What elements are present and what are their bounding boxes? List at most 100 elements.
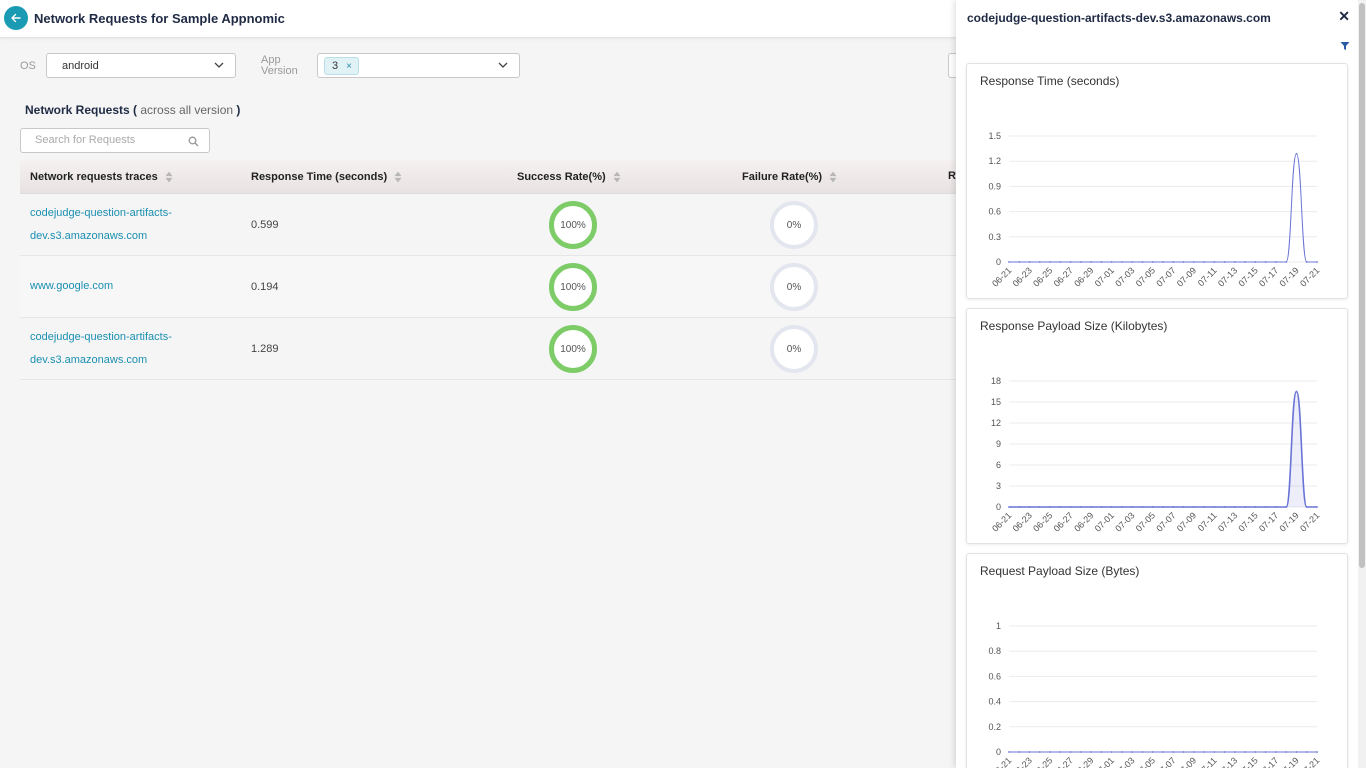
close-icon[interactable]: ✕ (1338, 8, 1350, 25)
search-input[interactable] (35, 134, 185, 146)
data-point (1203, 506, 1205, 508)
y-tick-label: 12 (991, 418, 1001, 428)
trace-link-line2: dev.s3.amazonaws.com (30, 230, 148, 242)
data-point (1275, 506, 1277, 508)
x-tick-label: 06-25 (1031, 510, 1054, 533)
data-point (1079, 506, 1082, 508)
data-point (1162, 261, 1164, 263)
data-point (1162, 506, 1164, 508)
x-tick-label: 06-29 (1072, 265, 1095, 288)
data-point (1285, 751, 1288, 753)
failure-rate-ring: 0% (770, 201, 818, 249)
column-header-failure-rate[interactable]: Failure Rate(%) (742, 170, 837, 184)
data-point (1090, 506, 1093, 508)
data-point (1275, 751, 1277, 753)
chart-card-response-payload: Response Payload Size (Kilobytes) 0 3 6 9 12… (966, 308, 1348, 544)
x-tick-label: 07-21 (1298, 265, 1321, 288)
y-tick-label: 6 (996, 460, 1001, 470)
arrow-left-icon (11, 13, 21, 23)
x-tick-label: 07-17 (1257, 755, 1280, 768)
data-point (1100, 751, 1103, 753)
data-point (1213, 751, 1216, 753)
series-area (1009, 391, 1317, 507)
x-tick-label: 06-27 (1052, 265, 1075, 288)
data-point (1141, 261, 1144, 263)
scrollbar-thumb[interactable] (1359, 3, 1365, 568)
column-header-response-time[interactable]: Response Time (seconds) (251, 170, 402, 184)
y-tick-label: 18 (991, 376, 1001, 386)
data-point (1069, 751, 1072, 753)
trace-link[interactable]: www.google.com (30, 275, 113, 298)
data-point (1049, 506, 1051, 508)
response-time-value: 1.289 (251, 343, 279, 355)
remove-tag-icon[interactable]: × (346, 61, 352, 72)
trace-link[interactable]: codejudge-question-artifacts- dev.s3.ama… (30, 202, 172, 248)
x-tick-label: 07-19 (1278, 510, 1301, 533)
chart-card-response-time: Response Time (seconds) 0 0.3 0.6 0.9 1.2 1.5… (966, 63, 1348, 299)
data-point (1069, 261, 1072, 263)
data-point (1028, 261, 1031, 263)
data-point (1172, 261, 1175, 263)
data-point (1233, 506, 1236, 508)
y-tick-label: 0.3 (988, 232, 1001, 242)
trace-link-line1: codejudge-question-artifacts- (30, 207, 172, 219)
x-tick-label: 07-15 (1236, 755, 1259, 768)
app-version-label-line2: Version (261, 65, 298, 77)
data-point (1079, 261, 1082, 263)
data-point (1131, 506, 1134, 508)
chevron-down-icon (498, 62, 508, 68)
trace-link[interactable]: codejudge-question-artifacts- dev.s3.ama… (30, 326, 172, 372)
column-header-success-rate[interactable]: Success Rate(%) (517, 170, 621, 184)
data-point (1121, 751, 1123, 753)
x-tick-label: 06-25 (1031, 265, 1054, 288)
column-header-label: Failure Rate(%) (742, 171, 823, 183)
os-select-value: android (62, 60, 99, 72)
x-tick-label: 06-21 (990, 755, 1013, 768)
column-header-traces[interactable]: Network requests traces (30, 170, 173, 184)
y-tick-label: 0 (996, 257, 1001, 267)
chevron-down-icon (214, 62, 224, 68)
data-point (1244, 506, 1247, 508)
app-version-select[interactable]: 3 × (317, 53, 520, 78)
x-tick-label: 06-21 (990, 265, 1013, 288)
data-point (1305, 261, 1308, 263)
y-tick-label: 0.6 (988, 207, 1001, 217)
data-point (1295, 390, 1298, 393)
panel-scrollbar[interactable] (1358, 0, 1366, 768)
y-tick-label: 0.2 (988, 722, 1001, 732)
data-point (1244, 261, 1247, 263)
os-select[interactable]: android (46, 53, 236, 78)
table-row[interactable]: www.google.com 0.194 100% 0% (20, 256, 956, 318)
data-point (1121, 261, 1123, 263)
filter-icon[interactable] (1340, 41, 1350, 51)
data-point (1223, 506, 1226, 508)
data-point (1233, 261, 1236, 263)
success-rate-ring: 100% (549, 263, 597, 311)
x-tick-label: 07-17 (1257, 265, 1280, 288)
data-point (1316, 751, 1318, 753)
data-point (1264, 506, 1267, 508)
table-row[interactable]: codejudge-question-artifacts- dev.s3.ama… (20, 318, 956, 380)
data-point (1018, 261, 1021, 263)
data-point (1182, 506, 1185, 508)
table-header: Network requests traces Response Time (s… (20, 160, 956, 194)
table-row[interactable]: codejudge-question-artifacts- dev.s3.ama… (20, 194, 956, 256)
x-tick-label: 07-07 (1154, 510, 1177, 533)
detail-panel: codejudge-question-artifacts-dev.s3.amaz… (956, 0, 1366, 768)
search-icon[interactable] (188, 136, 199, 147)
data-point (1244, 751, 1247, 753)
x-tick-label: 07-05 (1134, 510, 1157, 533)
data-point (1131, 261, 1134, 263)
data-point (1059, 751, 1062, 753)
y-tick-label: 1.2 (988, 156, 1001, 166)
data-point (1008, 261, 1010, 263)
app-version-label: App Version (261, 55, 298, 77)
data-point (1305, 506, 1308, 508)
x-tick-label: 07-05 (1134, 755, 1157, 768)
data-point (1059, 261, 1062, 263)
x-tick-label: 06-23 (1011, 510, 1034, 533)
x-tick-label: 06-29 (1072, 755, 1095, 768)
x-tick-label: 07-07 (1154, 265, 1177, 288)
back-button[interactable] (4, 6, 28, 30)
section-title-close: ) (236, 103, 241, 117)
